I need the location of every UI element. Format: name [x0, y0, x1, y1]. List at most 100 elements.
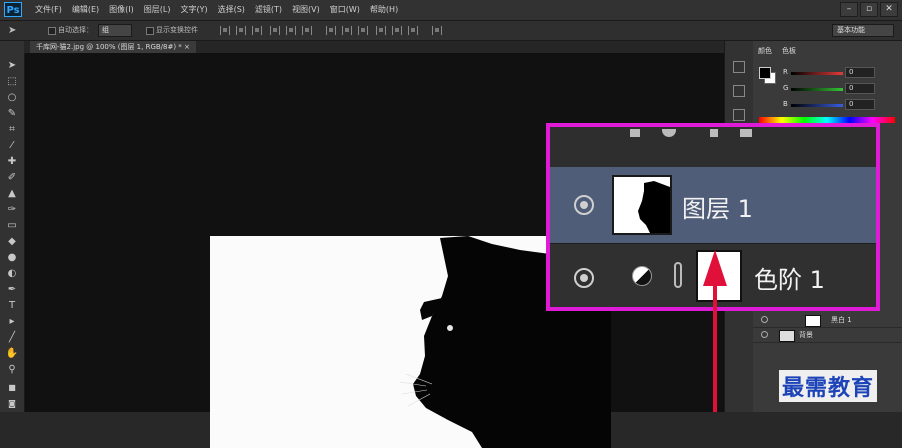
- align-bottom-icon[interactable]: [252, 26, 262, 35]
- red-value-field[interactable]: 0: [845, 67, 875, 78]
- auto-select-label: 自动选择：: [58, 26, 93, 34]
- layer-row-bw[interactable]: 黑白 1: [753, 313, 902, 328]
- align-vcenter-icon[interactable]: [236, 26, 246, 35]
- menu-select[interactable]: 选择(S): [213, 0, 250, 20]
- brush-panel-icon[interactable]: [733, 109, 745, 121]
- menu-edit[interactable]: 编辑(E): [67, 0, 104, 20]
- blue-slider[interactable]: [791, 104, 843, 107]
- blur-tool-icon[interactable]: ●: [4, 251, 20, 265]
- zoom-tool-icon[interactable]: ⚲: [4, 363, 20, 377]
- layer-row-layer1-zoomed[interactable]: 图层 1: [550, 167, 876, 244]
- foreground-color-swatch[interactable]: [759, 67, 771, 79]
- crop-tool-icon[interactable]: ⌗: [4, 123, 20, 137]
- menu-help[interactable]: 帮助(H): [365, 0, 403, 20]
- layer-row-background[interactable]: 背景: [753, 328, 902, 343]
- tab-color[interactable]: 颜色: [753, 45, 777, 57]
- green-slider[interactable]: [791, 88, 843, 91]
- line-tool-icon[interactable]: ╱: [4, 331, 20, 345]
- move-tool-icon[interactable]: ➤: [4, 59, 20, 73]
- workspace-dropdown[interactable]: 基本功能: [832, 24, 894, 37]
- distribute-right-icon[interactable]: [408, 26, 418, 35]
- distribute-bottom-icon[interactable]: [358, 26, 368, 35]
- close-button[interactable]: ✕: [880, 2, 898, 17]
- visibility-eye-icon[interactable]: [761, 316, 768, 323]
- menu-image[interactable]: 图像(I): [104, 0, 139, 20]
- align-top-icon[interactable]: [220, 26, 230, 35]
- document-tabs: 千库网-猫2.jpg @ 100% (图层 1, RGB/8#) * ×: [24, 41, 724, 53]
- distribute-left-icon[interactable]: [376, 26, 386, 35]
- tools-panel: ➤ ⬚ ○ ✎ ⌗ ⁄ ✚ ✐ ▲ ✑ ▭ ◆ ● ◐ ✒ T ▸ ╱ ✋ ⚲ …: [0, 41, 25, 412]
- healing-brush-icon[interactable]: ✚: [4, 155, 20, 169]
- layer-thumbnail: [779, 330, 795, 342]
- align-hcenter-icon[interactable]: [286, 26, 296, 35]
- menu-bar: Ps 文件(F) 编辑(E) 图像(I) 图层(L) 文字(Y) 选择(S) 滤…: [0, 0, 902, 21]
- distribute-vcenter-icon[interactable]: [342, 26, 352, 35]
- eraser-tool-icon[interactable]: ▭: [4, 219, 20, 233]
- distribute-hcenter-icon[interactable]: [392, 26, 402, 35]
- menu-filter[interactable]: 滤镜(T): [250, 0, 287, 20]
- options-bar: ➤ 自动选择： 组 显示变换控件 基本功能: [0, 21, 902, 41]
- cat-thumbnail: [614, 177, 670, 233]
- menu-type[interactable]: 文字(Y): [175, 0, 212, 20]
- show-transform-label: 显示变换控件: [156, 26, 198, 34]
- paint-bucket-icon[interactable]: ◆: [4, 235, 20, 249]
- visibility-eye-icon[interactable]: [761, 331, 768, 338]
- layer1-name: 图层 1: [682, 195, 753, 223]
- layer1-thumbnail: [612, 175, 672, 235]
- type-tool-icon[interactable]: T: [4, 299, 20, 313]
- green-channel-label: G: [783, 84, 789, 92]
- move-tool-icon[interactable]: ➤: [8, 24, 16, 37]
- menu-layer[interactable]: 图层(L): [139, 0, 176, 20]
- visibility-eye-icon[interactable]: [574, 268, 594, 288]
- hand-tool-icon[interactable]: ✋: [4, 347, 20, 361]
- lasso-tool-icon[interactable]: ○: [4, 91, 20, 105]
- watermark: 最需教育: [779, 370, 878, 402]
- auto-align-icon[interactable]: [432, 26, 442, 35]
- trash-icon: [740, 129, 752, 137]
- auto-select-checkbox[interactable]: [48, 27, 56, 35]
- menu-window[interactable]: 窗口(W): [325, 0, 365, 20]
- history-brush-icon[interactable]: ✑: [4, 203, 20, 217]
- document-tab[interactable]: 千库网-猫2.jpg @ 100% (图层 1, RGB/8#) * ×: [30, 41, 196, 53]
- align-left-icon[interactable]: [270, 26, 280, 35]
- show-transform-checkbox[interactable]: [146, 27, 154, 35]
- color-swatches-icon[interactable]: ■: [4, 381, 20, 395]
- history-panel-icon[interactable]: [733, 61, 745, 73]
- auto-select-dropdown[interactable]: 组: [98, 24, 132, 37]
- adjustment-icon: [710, 129, 718, 137]
- pen-tool-icon[interactable]: ✒: [4, 283, 20, 297]
- dodge-tool-icon[interactable]: ◐: [4, 267, 20, 281]
- layer-style-icon: [630, 129, 640, 137]
- layer-name: 黑白 1: [831, 316, 852, 324]
- restore-button[interactable]: ▫: [860, 2, 878, 17]
- levels-adjustment-icon: [632, 266, 652, 286]
- red-arrow-icon: [703, 250, 727, 412]
- tab-swatches[interactable]: 色板: [777, 45, 801, 57]
- green-value-field[interactable]: 0: [845, 83, 875, 94]
- layer-name: 背景: [799, 331, 813, 339]
- red-channel-label: R: [783, 68, 788, 76]
- menu-view[interactable]: 视图(V): [287, 0, 325, 20]
- eyedropper-tool-icon[interactable]: ⁄: [4, 139, 20, 153]
- photoshop-logo: Ps: [4, 2, 22, 17]
- actions-panel-icon[interactable]: [733, 85, 745, 97]
- minimize-button[interactable]: –: [840, 2, 858, 17]
- path-select-icon[interactable]: ▸: [4, 315, 20, 329]
- color-panel-tabs: 颜色 色板: [753, 45, 902, 57]
- mask-thumbnail: [805, 315, 821, 327]
- menu-file[interactable]: 文件(F): [30, 0, 67, 20]
- quick-mask-icon[interactable]: ◙: [4, 397, 20, 411]
- visibility-eye-icon[interactable]: [574, 195, 594, 215]
- align-right-icon[interactable]: [302, 26, 312, 35]
- distribute-top-icon[interactable]: [326, 26, 336, 35]
- marquee-tool-icon[interactable]: ⬚: [4, 75, 20, 89]
- blue-channel-label: B: [783, 100, 788, 108]
- quick-select-tool-icon[interactable]: ✎: [4, 107, 20, 121]
- link-chain-icon: [674, 262, 682, 288]
- red-slider[interactable]: [791, 72, 843, 75]
- blue-value-field[interactable]: 0: [845, 99, 875, 110]
- stamp-tool-icon[interactable]: ▲: [4, 187, 20, 201]
- levels-layer-name: 色阶 1: [754, 266, 825, 294]
- mask-icon: [662, 129, 676, 137]
- brush-tool-icon[interactable]: ✐: [4, 171, 20, 185]
